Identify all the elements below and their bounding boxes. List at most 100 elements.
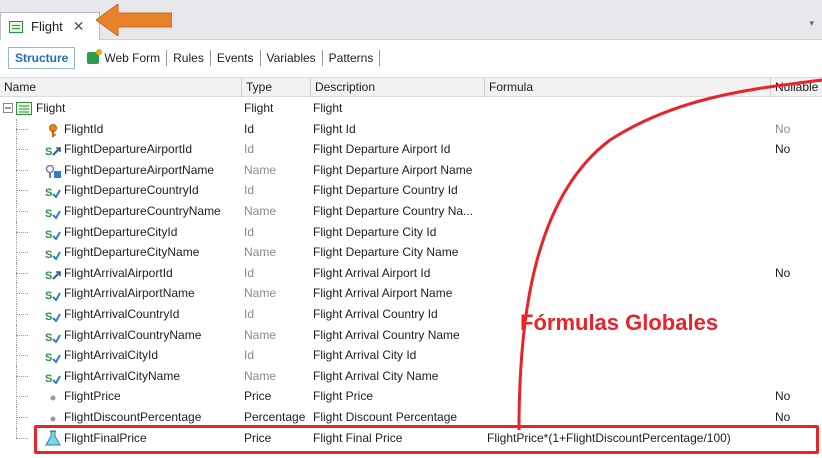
subtype-icon: S [45,205,61,220]
tree-branch [16,355,28,357]
attribute-name-cell: S FlightDepartureAirportId [0,139,240,160]
attribute-description: Flight Departure City Id [313,224,437,239]
attribute-formula [487,345,773,366]
attribute-type: Name [244,286,277,301]
attribute-nullable [775,201,822,222]
attribute-formula [487,119,773,140]
attribute-description: Flight Departure Airport Id [313,142,451,157]
tree-branch [16,375,28,377]
attribute-name-cell: S FlightArrivalCountryId [0,304,240,325]
grid-header: Name Type Description Formula Nullable [0,77,822,97]
attribute-type: Name [244,204,277,218]
attribute-nullable [775,222,822,243]
table-row[interactable]: S FlightDepartureCountryId Id Flight Depart… [0,180,822,201]
attribute-type: Id [244,121,255,136]
table-row[interactable]: S FlightArrivalAirportName Name Flight Arri… [0,283,822,304]
attribute-nullable [775,180,822,201]
tab-patterns[interactable]: Patterns [323,47,380,69]
attribute-nullable [775,160,822,181]
subtype-icon: S [45,349,61,364]
attribute-formula [487,139,773,160]
attribute-nullable [775,325,822,346]
table-row[interactable]: FlightPrice Price Flight Price No [0,386,822,407]
svg-text:S: S [45,249,52,260]
svg-text:S: S [45,146,52,157]
root-name-cell: Flight [0,98,240,119]
table-row[interactable]: S FlightArrivalCityName Name Flight Arrival… [0,365,822,387]
attribute-name: FlightPrice [64,389,121,404]
column-header-name[interactable]: Name [0,78,242,97]
table-row[interactable]: S FlightDepartureCountryName Name Flight De… [0,201,822,222]
table-row[interactable]: S FlightArrivalCityId Id Flight Arrival Cit… [0,345,822,366]
attribute-name-cell: S FlightDepartureCityId [0,221,240,243]
key-icon [45,123,61,137]
tree-branch [16,149,28,151]
attribute-type: Id [244,142,255,157]
table-row[interactable]: S FlightDepartureCityName Name Flight Depar… [0,242,822,263]
table-row[interactable]: S FlightDepartureAirportId Id Flight Depart… [0,139,822,160]
tree-branch [16,169,28,171]
tree-branch [16,252,28,254]
svg-text:S: S [45,373,52,384]
subtype-icon: S [45,287,61,302]
table-row[interactable]: S FlightDepartureCityId Id Flight Departure… [0,221,822,243]
foreign-key-icon: S [45,143,61,158]
tree-branch [16,437,28,439]
tree-branch [16,396,28,398]
attribute-formula [487,263,773,284]
attribute-dot-icon [45,411,61,424]
attribute-formula [487,180,773,201]
svg-text:S: S [45,290,52,301]
attribute-name: FlightDepartureCountryId [64,183,199,198]
attribute-name: FlightArrivalCountryName [64,327,202,342]
table-row[interactable]: FlightDepartureAirportName Name Flight Dep… [0,159,822,181]
column-header-nullable[interactable]: Nullable [771,78,822,97]
attribute-type: Id [244,224,255,239]
tab-events[interactable]: Events [211,47,260,69]
subtype-icon: S [45,329,61,344]
tree-branch [16,211,28,212]
tab-variables[interactable]: Variables [261,47,322,69]
attribute-name: FlightArrivalAirportName [64,286,195,301]
tab-rules[interactable]: Rules [167,47,210,69]
column-header-description[interactable]: Description [311,78,485,97]
attribute-name-cell: S FlightArrivalCountryName [0,324,240,346]
tree-branch [16,190,28,192]
table-row[interactable]: FlightId Id Flight Id No [0,118,822,140]
tree-branch [16,272,28,274]
tab-structure[interactable]: Structure [8,46,76,69]
table-row-root[interactable]: Flight Flight Flight [0,98,822,119]
attribute-name: FlightDepartureCountryName [64,204,221,218]
table-row[interactable]: S FlightArrivalAirportId Id Flight Arrival … [0,262,822,284]
attribute-name: FlightDepartureAirportId [64,142,193,157]
svg-text:S: S [45,332,52,343]
svg-text:S: S [45,208,52,219]
column-header-formula[interactable]: Formula [485,78,771,97]
highlight-box [34,425,819,454]
tab-title: Flight [31,19,63,34]
attribute-name: FlightDepartureCityId [64,224,178,239]
transaction-icon [16,102,32,115]
attribute-name: FlightArrivalCityName [64,368,181,383]
attribute-description: Flight Arrival Country Id [313,307,438,321]
attribute-formula [487,283,773,304]
flight-document-tab[interactable]: Flight ✕ [0,12,100,40]
tree-branch [16,293,28,295]
attribute-name-cell: S FlightArrivalAirportName [0,283,240,304]
attribute-name-cell: FlightDepartureAirportName [0,159,240,181]
attribute-name-cell: S FlightArrivalAirportId [0,262,240,284]
tab-list-dropdown-icon[interactable]: ▾ [809,18,814,29]
column-header-type[interactable]: Type [242,78,311,97]
tree-branch [16,417,28,418]
attribute-type: Id [244,183,255,198]
tab-web-form[interactable]: Web Form [81,47,166,69]
collapse-icon[interactable] [3,103,13,113]
attribute-name-cell: S FlightDepartureCountryId [0,180,240,201]
attribute-nullable: No [775,389,791,404]
attribute-nullable [775,366,822,387]
svg-text:S: S [45,311,52,322]
close-tab-icon[interactable]: ✕ [73,18,85,35]
attribute-name-cell: S FlightArrivalCityName [0,365,240,387]
attribute-nullable [775,345,822,366]
structure-grid: Name Type Description Formula Nullable F… [0,77,822,458]
